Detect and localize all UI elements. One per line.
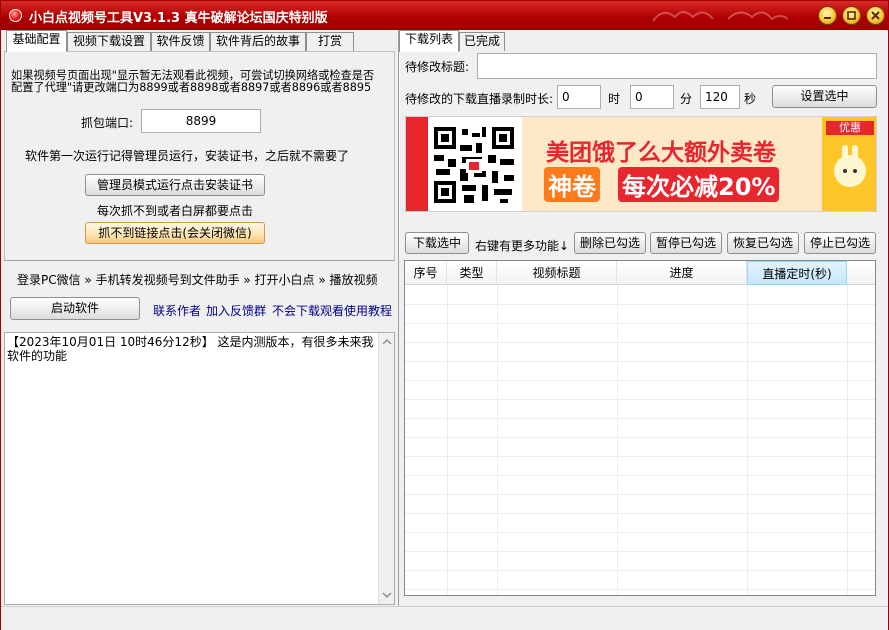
table-row-line [405, 589, 875, 590]
minutes-unit: 分 [680, 92, 693, 106]
log-text: 【2023年10月01日 10时46分12秒】 这是内测版本，有很多未来我软件的… [7, 335, 374, 363]
table-column-line [617, 285, 618, 595]
table-row-line [405, 570, 875, 571]
contact-author-link[interactable]: 联系作者 [153, 302, 201, 319]
title-edit-input[interactable] [477, 53, 877, 79]
minimize-icon [824, 17, 831, 19]
table-row-line [405, 304, 875, 305]
usage-steps: 登录PC微信 » 手机转发视频号到文件助手 » 打开小白点 » 播放视频 [17, 273, 378, 287]
status-bar [1, 606, 888, 630]
ad-highlight: 神卷 [544, 167, 600, 202]
seconds-input[interactable] [700, 85, 740, 109]
maximize-icon [847, 11, 856, 20]
stop-checked-button[interactable]: 停止已勾选 [804, 232, 876, 254]
title-bar[interactable]: 小白点视频号工具V3.1.3 真牛破解论坛国庆特别版 [1, 1, 888, 30]
scroll-down-icon [382, 592, 392, 599]
app-window: 小白点视频号工具V3.1.3 真牛破解论坛国庆特别版 基础配置 视频下载设置 软… [0, 0, 889, 630]
tab-story[interactable]: 软件背后的故事 [210, 32, 306, 51]
scroll-up-icon [382, 338, 392, 345]
download-selected-button[interactable]: 下载选中 [405, 232, 469, 254]
divider [4, 260, 395, 261]
resume-checked-button[interactable]: 恢复已勾选 [727, 232, 799, 254]
start-software-button[interactable]: 启动软件 [10, 297, 140, 320]
pause-checked-button[interactable]: 暂停已勾选 [650, 232, 722, 254]
ad-side-strip [406, 117, 428, 211]
table-row-line [405, 494, 875, 495]
table-row-line [405, 475, 875, 476]
ad-banner[interactable]: 美团饿了么大额外卖卷 神卷 每次必减20% 优惠 [405, 116, 877, 212]
title-edit-label: 待修改标题: [405, 60, 470, 74]
port-label: 抓包端口: [81, 116, 134, 130]
proxy-notice: 如果视频号页面出现"显示暂无法观看此视频，可尝试切换网络或检查是否配置了代理"请… [11, 69, 375, 94]
download-table[interactable]: 序号 类型 视频标题 进度 直播定时(秒) [404, 260, 876, 596]
close-button[interactable] [866, 6, 885, 25]
minimize-button[interactable] [818, 6, 837, 25]
log-box[interactable]: 【2023年10月01日 10时46分12秒】 这是内测版本，有很多未来我软件的… [4, 332, 395, 605]
hours-unit: 时 [608, 92, 621, 106]
tab-donate[interactable]: 打赏 [306, 32, 354, 51]
table-column-line [747, 285, 748, 595]
tab-feedback[interactable]: 软件反馈 [151, 32, 210, 51]
admin-notice: 软件第一次运行记得管理员运行，安装证书，之后就不需要了 [25, 149, 350, 163]
ad-headline: 美团饿了么大额外卖卷 [546, 140, 776, 166]
table-row-line [405, 399, 875, 400]
hours-input[interactable] [557, 85, 601, 109]
delete-checked-button[interactable]: 删除已勾选 [574, 232, 646, 254]
join-group-link[interactable]: 加入反馈群 [206, 302, 266, 319]
ad-badge-area: 优惠 [822, 117, 876, 211]
seconds-unit: 秒 [744, 92, 757, 106]
ad-badge: 优惠 [826, 121, 874, 135]
table-row-line [405, 513, 875, 514]
column-header-type[interactable]: 类型 [447, 261, 497, 285]
split-divider [398, 30, 399, 606]
mascot-icon [834, 145, 866, 187]
tutorial-link[interactable]: 不会下载观看使用教程 [272, 302, 392, 319]
table-row-line [405, 323, 875, 324]
refresh-notice: 每次抓不到或者白屏都要点击 [97, 204, 254, 218]
table-row-line [405, 532, 875, 533]
maximize-button[interactable] [842, 6, 861, 25]
qr-code-icon [430, 123, 518, 207]
install-certificate-button[interactable]: 管理员模式运行点击安装证书 [85, 174, 265, 196]
ad-content: 美团饿了么大额外卖卷 神卷 每次必减20% [522, 117, 822, 211]
cloud-pattern-icon [652, 11, 789, 22]
tab-completed[interactable]: 已完成 [459, 32, 505, 51]
tab-basic-config[interactable]: 基础配置 [6, 30, 67, 52]
capture-reset-button[interactable]: 抓不到链接点击(会关闭微信) [85, 222, 265, 244]
table-row-line [405, 361, 875, 362]
table-row-line [405, 456, 875, 457]
column-header-progress[interactable]: 进度 [617, 261, 747, 285]
close-icon [871, 11, 880, 20]
table-row-line [405, 551, 875, 552]
window-title: 小白点视频号工具V3.1.3 真牛破解论坛国庆特别版 [29, 11, 328, 26]
tab-video-download-settings[interactable]: 视频下载设置 [67, 32, 151, 51]
table-row-line [405, 342, 875, 343]
table-column-line [497, 285, 498, 595]
context-menu-hint: 右键有更多功能↓ [475, 239, 570, 253]
tab-download-list[interactable]: 下载列表 [399, 30, 459, 52]
log-scrollbar[interactable] [378, 333, 394, 604]
port-input[interactable] [141, 109, 261, 133]
table-column-line [447, 285, 448, 595]
table-row-line [405, 380, 875, 381]
table-column-line [847, 285, 848, 595]
table-header: 序号 类型 视频标题 进度 直播定时(秒) [405, 261, 875, 285]
ad-slogan: 每次必减20% [618, 167, 780, 202]
minutes-input[interactable] [630, 85, 674, 109]
table-row-line [405, 418, 875, 419]
set-selected-button[interactable]: 设置选中 [772, 85, 877, 108]
column-header-index[interactable]: 序号 [405, 261, 447, 285]
app-icon [9, 9, 22, 22]
column-header-live-timer[interactable]: 直播定时(秒) [747, 261, 847, 285]
table-row-line [405, 437, 875, 438]
column-header-title[interactable]: 视频标题 [497, 261, 617, 285]
duration-label: 待修改的下载直播录制时长: [405, 92, 554, 106]
